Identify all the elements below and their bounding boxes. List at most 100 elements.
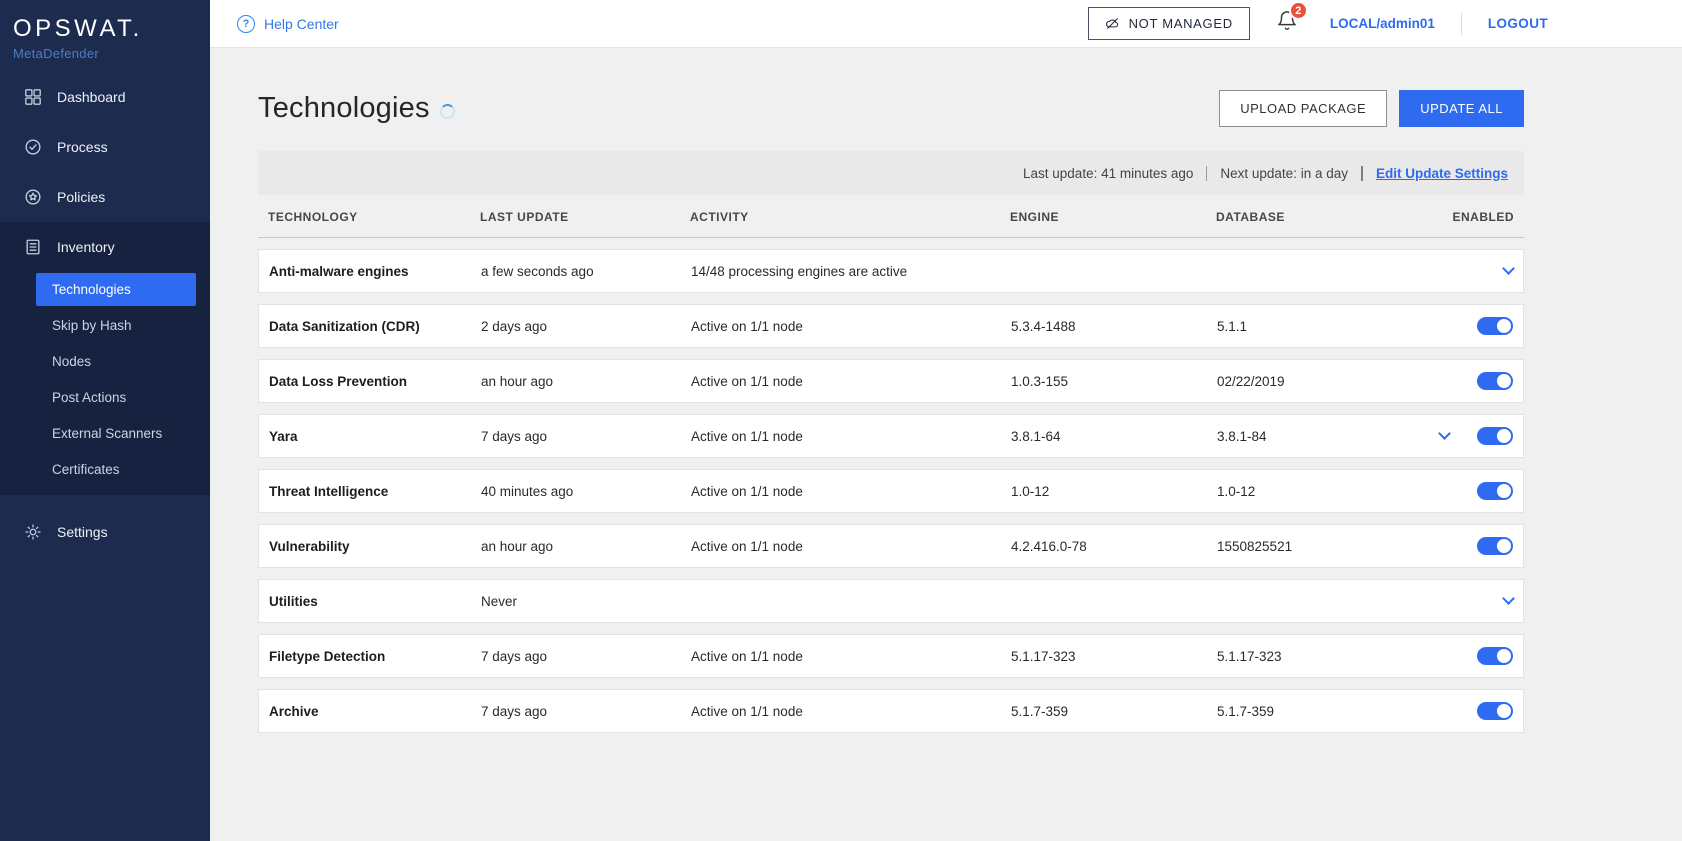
row-controls — [1413, 592, 1515, 605]
sidebar-item-label: Settings — [57, 524, 108, 540]
sidebar-item-certificates[interactable]: Certificates — [0, 451, 210, 487]
status-separator — [1360, 165, 1363, 181]
engine-cell: 5.3.4-1488 — [1011, 318, 1076, 334]
title-buttons: UPLOAD PACKAGE UPDATE ALL — [1219, 90, 1524, 127]
product-name: MetaDefender — [13, 46, 99, 61]
enabled-toggle[interactable] — [1477, 427, 1513, 445]
column-header-last-update: LAST UPDATE — [480, 210, 569, 224]
technology-name: Threat Intelligence — [269, 483, 389, 499]
sidebar-subitem-label: Certificates — [52, 461, 120, 477]
enabled-toggle[interactable] — [1477, 372, 1513, 390]
topbar: ? Help Center NOT MANAGED 2 LOCAL/admin0… — [210, 0, 1682, 48]
loading-spinner-icon — [439, 104, 455, 119]
chevron-down-icon[interactable] — [1502, 592, 1515, 605]
row-controls — [1413, 647, 1513, 665]
sidebar-item-external-scanners[interactable]: External Scanners — [0, 415, 210, 451]
table-header: TECHNOLOGY LAST UPDATE ACTIVITY ENGINE D… — [258, 195, 1524, 238]
enabled-toggle[interactable] — [1477, 482, 1513, 500]
chevron-down-icon[interactable] — [1502, 262, 1515, 275]
upload-package-button[interactable]: UPLOAD PACKAGE — [1219, 90, 1388, 127]
table-row: Filetype Detection 7 days ago Active on … — [258, 634, 1524, 678]
column-header-database: DATABASE — [1216, 210, 1285, 224]
sidebar-item-label: Policies — [57, 189, 106, 205]
sidebar-subitem-label: Technologies — [52, 282, 131, 297]
last-update-cell: 7 days ago — [481, 703, 548, 719]
notification-badge: 2 — [1288, 1, 1308, 20]
row-controls — [1413, 427, 1513, 445]
enabled-toggle[interactable] — [1477, 702, 1513, 720]
engine-cell: 5.1.17-323 — [1011, 648, 1076, 664]
sidebar-item-policies[interactable]: Policies — [0, 172, 210, 222]
database-cell: 02/22/2019 — [1217, 373, 1285, 389]
user-menu[interactable]: LOCAL/admin01 — [1330, 16, 1435, 31]
opswat-logo: OPSWAT. — [13, 15, 143, 42]
sidebar: OPSWAT. MetaDefender Dashboard Process P… — [0, 0, 210, 841]
technology-name: Filetype Detection — [269, 648, 386, 664]
table-row: Threat Intelligence 40 minutes ago Activ… — [258, 469, 1524, 513]
policies-icon — [23, 188, 42, 207]
table-row: Utilities Never — [258, 579, 1524, 623]
technology-name: Vulnerability — [269, 538, 350, 554]
column-header-activity: ACTIVITY — [690, 210, 749, 224]
table-row: Yara 7 days ago Active on 1/1 node 3.8.1… — [258, 414, 1524, 458]
technology-name: Archive — [269, 703, 319, 719]
gear-icon — [23, 523, 42, 542]
engine-cell: 5.1.7-359 — [1011, 703, 1069, 719]
sidebar-item-settings[interactable]: Settings — [0, 507, 210, 557]
row-controls — [1413, 317, 1513, 335]
sidebar-item-label: Process — [57, 139, 108, 155]
process-icon — [23, 138, 42, 157]
sidebar-item-technologies[interactable]: Technologies — [36, 273, 196, 306]
sidebar-subitem-label: External Scanners — [52, 425, 163, 441]
database-cell: 5.1.7-359 — [1217, 703, 1275, 719]
column-header-engine: ENGINE — [1010, 210, 1060, 224]
logo-block: OPSWAT. MetaDefender — [0, 0, 210, 72]
enabled-toggle[interactable] — [1477, 317, 1513, 335]
sidebar-item-inventory[interactable]: Inventory — [0, 222, 210, 272]
help-icon: ? — [237, 14, 255, 33]
logout-button[interactable]: LOGOUT — [1488, 16, 1548, 31]
sidebar-item-skip-by-hash[interactable]: Skip by Hash — [0, 307, 210, 343]
sidebar-item-label: Dashboard — [57, 89, 126, 105]
table-row: Archive 7 days ago Active on 1/1 node 5.… — [258, 689, 1524, 733]
last-update-text: Last update: 41 minutes ago — [1023, 165, 1194, 181]
table-row: Anti-malware engines a few seconds ago 1… — [258, 249, 1524, 293]
help-center-label: Help Center — [264, 15, 339, 32]
technology-name: Anti-malware engines — [269, 263, 409, 279]
chevron-down-icon[interactable] — [1438, 427, 1451, 440]
sidebar-subitem-label: Skip by Hash — [52, 317, 132, 333]
title-row: Technologies UPLOAD PACKAGE UPDATE ALL — [258, 90, 1524, 127]
notifications-button[interactable]: 2 — [1276, 1, 1308, 37]
not-managed-button[interactable]: NOT MANAGED — [1087, 7, 1250, 40]
update-status-bar: Last update: 41 minutes ago Next update:… — [258, 151, 1524, 195]
update-all-button[interactable]: UPDATE ALL — [1399, 90, 1524, 127]
last-update-cell: 7 days ago — [481, 648, 548, 664]
engine-cell: 4.2.416.0-78 — [1011, 538, 1087, 554]
enabled-toggle[interactable] — [1477, 537, 1513, 555]
help-center-link[interactable]: ? Help Center — [237, 14, 339, 33]
sidebar-item-process[interactable]: Process — [0, 122, 210, 172]
engine-cell: 1.0.3-155 — [1011, 373, 1069, 389]
activity-cell: Active on 1/1 node — [691, 373, 803, 389]
engine-cell: 3.8.1-64 — [1011, 428, 1061, 444]
table-row: Vulnerability an hour ago Active on 1/1 … — [258, 524, 1524, 568]
sidebar-item-nodes[interactable]: Nodes — [0, 343, 210, 379]
sidebar-item-dashboard[interactable]: Dashboard — [0, 72, 210, 122]
last-update-cell: Never — [481, 593, 518, 609]
column-header-enabled: ENABLED — [1452, 210, 1514, 224]
last-update-cell: 2 days ago — [481, 318, 548, 334]
edit-update-settings-link[interactable]: Edit Update Settings — [1376, 166, 1508, 181]
sidebar-subitem-label: Nodes — [52, 353, 92, 369]
enabled-toggle[interactable] — [1477, 647, 1513, 665]
activity-cell: Active on 1/1 node — [691, 483, 803, 499]
technology-name: Data Sanitization (CDR) — [269, 318, 420, 334]
topbar-right: NOT MANAGED 2 LOCAL/admin01 LOGOUT — [1087, 1, 1548, 40]
database-cell: 5.1.1 — [1217, 318, 1248, 334]
last-update-cell: 7 days ago — [481, 428, 548, 444]
main-content: Technologies UPLOAD PACKAGE UPDATE ALL L… — [210, 48, 1682, 841]
activity-cell: 14/48 processing engines are active — [691, 263, 908, 279]
table-row: Data Sanitization (CDR) 2 days ago Activ… — [258, 304, 1524, 348]
table-body: Anti-malware engines a few seconds ago 1… — [258, 249, 1524, 733]
inventory-section: Inventory Technologies Skip by Hash Node… — [0, 222, 210, 495]
sidebar-item-post-actions[interactable]: Post Actions — [0, 379, 210, 415]
